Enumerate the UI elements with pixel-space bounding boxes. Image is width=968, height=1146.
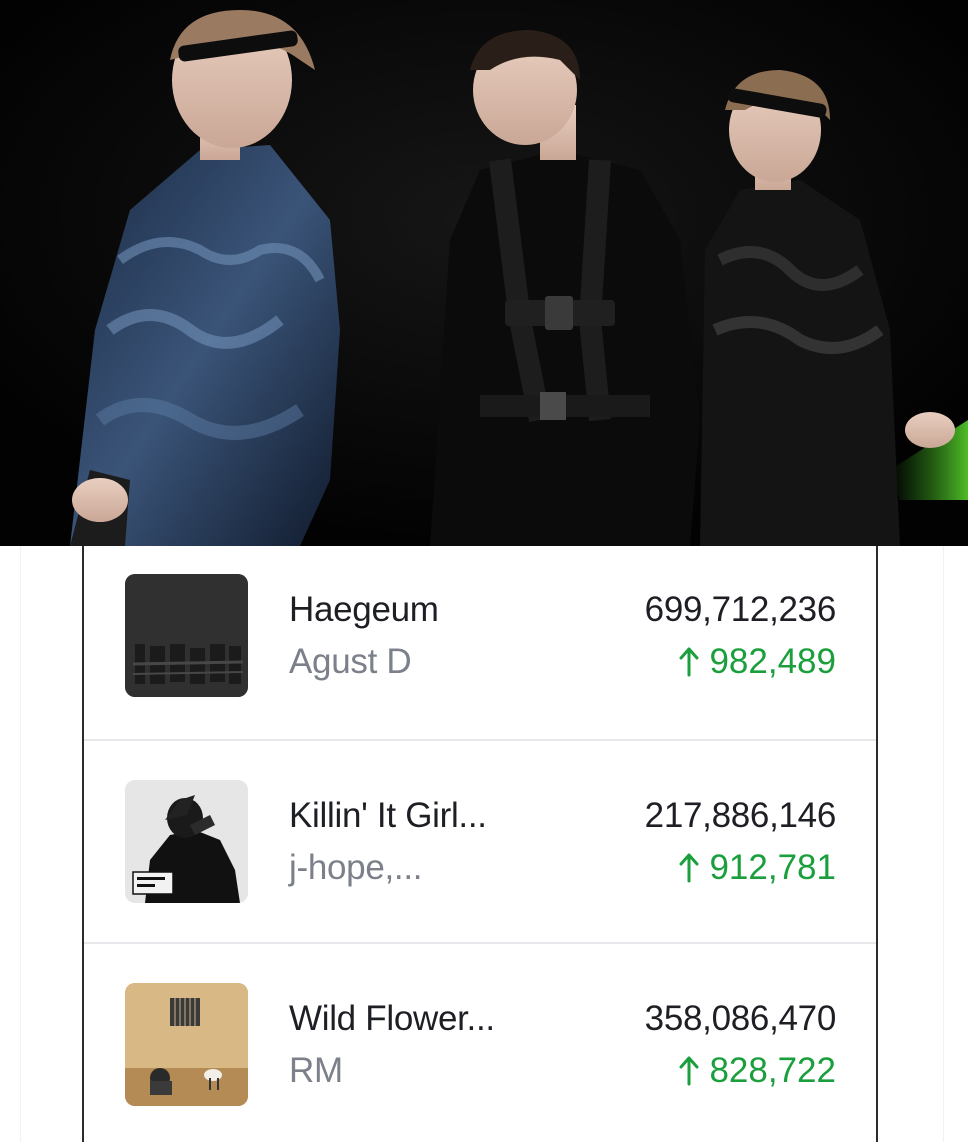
total-streams: 217,886,146 [644, 796, 837, 835]
daily-gain: 828,722 [679, 1051, 836, 1091]
album-cover-killin-it-girl-icon [125, 780, 248, 903]
arrow-up-icon [679, 647, 699, 677]
hero-photo [0, 0, 968, 546]
track-row[interactable]: Wild Flower... RM 358,086,470 828,722 [84, 942, 876, 1146]
track-row[interactable]: Killin' It Girl... j-hope,... 217,886,14… [84, 739, 876, 943]
arrow-up-icon [679, 853, 699, 883]
daily-gain: 912,781 [679, 848, 836, 888]
track-title: Haegeum [289, 590, 439, 629]
daily-gain-value: 912,781 [709, 848, 836, 887]
arrow-up-icon [679, 1056, 699, 1086]
track-row[interactable]: Haegeum Agust D 699,712,236 982,489 [84, 546, 876, 748]
track-title: Wild Flower... [289, 999, 495, 1038]
track-artist: Agust D [289, 642, 412, 681]
total-streams: 699,712,236 [644, 590, 837, 629]
track-artist: RM [289, 1051, 343, 1090]
daily-gain-value: 982,489 [709, 642, 836, 681]
page-edge-left [20, 546, 21, 1142]
track-list: Haegeum Agust D 699,712,236 982,489 Kill… [82, 546, 878, 1142]
daily-gain-value: 828,722 [709, 1051, 836, 1090]
daily-gain: 982,489 [679, 642, 836, 682]
track-title: Killin' It Girl... [289, 796, 487, 835]
concert-illustration [0, 0, 968, 546]
album-cover-indigo-icon [125, 983, 248, 1106]
track-artist: j-hope,... [289, 848, 423, 887]
album-cover-dday-icon [125, 574, 248, 697]
page-edge-right [943, 546, 944, 1142]
total-streams: 358,086,470 [644, 999, 837, 1038]
